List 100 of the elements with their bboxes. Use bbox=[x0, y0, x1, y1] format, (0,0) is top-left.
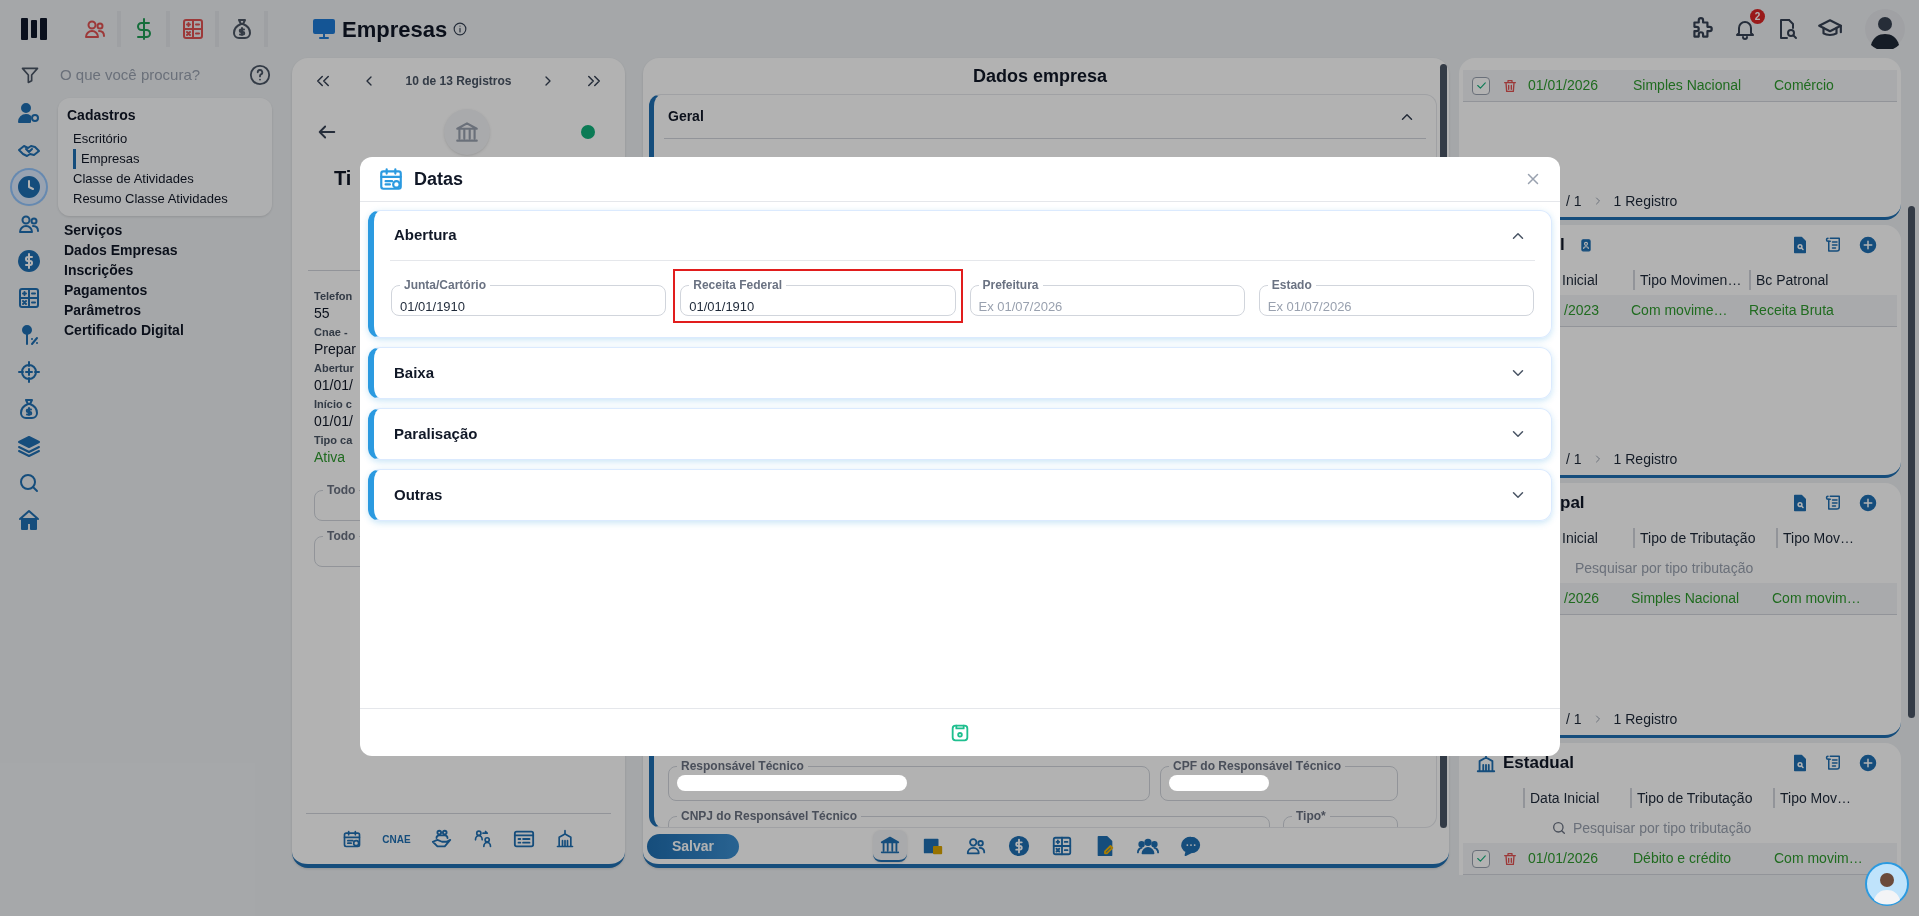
save-button[interactable]: Salvar bbox=[647, 833, 739, 859]
dollar-icon bbox=[1007, 835, 1030, 857]
users-icon bbox=[964, 835, 987, 857]
nav-button[interactable] bbox=[12, 170, 46, 204]
card-title: Estadual bbox=[1503, 752, 1574, 775]
money-bag-icon bbox=[17, 397, 41, 421]
column-header[interactable]: Tipo Mov… bbox=[1773, 788, 1852, 808]
table-cell-text: /2023 bbox=[1564, 301, 1601, 320]
building-icon[interactable] bbox=[554, 829, 575, 849]
search-icon bbox=[17, 471, 41, 495]
info-icon[interactable] bbox=[453, 22, 468, 36]
date-input[interactable]: 01/01/1910 bbox=[400, 297, 658, 317]
table-cell-text: Com movime… bbox=[1631, 301, 1729, 320]
hand-users-icon[interactable] bbox=[430, 828, 453, 850]
document-search-icon[interactable] bbox=[1791, 236, 1809, 254]
field-label: Abertur bbox=[314, 361, 354, 375]
filter-icon[interactable] bbox=[20, 65, 40, 85]
section-title[interactable]: Paralisação bbox=[394, 422, 478, 446]
table-cell-text: Simples Nacional bbox=[1631, 589, 1741, 608]
table-cell-text: Receita Bruta bbox=[1749, 301, 1834, 320]
field-value: Prepar bbox=[314, 340, 357, 359]
scrollbar-thumb[interactable] bbox=[1907, 206, 1915, 718]
field-value: Ativa bbox=[314, 448, 346, 467]
scroll-icon[interactable] bbox=[1825, 236, 1843, 254]
user-gear-icon bbox=[17, 101, 41, 125]
field-label: Tipo ca bbox=[314, 433, 353, 447]
column-header[interactable]: Inicial bbox=[1562, 270, 1633, 290]
menu-item[interactable]: Escritório bbox=[73, 129, 263, 149]
calculator-icon[interactable] bbox=[180, 17, 205, 41]
clock-icon bbox=[17, 175, 41, 199]
column-header[interactable]: Tipo Movimen… bbox=[1633, 270, 1749, 290]
section-title[interactable]: Geral bbox=[668, 106, 704, 127]
add-icon[interactable] bbox=[1859, 494, 1877, 512]
column-header[interactable]: Tipo Mov… bbox=[1776, 528, 1855, 548]
column-header[interactable]: Tipo de Tributação bbox=[1630, 788, 1773, 808]
menu-section[interactable]: Dados Empresas bbox=[64, 240, 272, 260]
checkbox[interactable] bbox=[1472, 76, 1490, 95]
menu-section[interactable]: Certificado Digital bbox=[64, 320, 272, 340]
table-cell-text: Simples Nacional bbox=[1633, 76, 1743, 95]
field-value: 55 bbox=[314, 304, 330, 323]
layers-icon bbox=[17, 434, 41, 458]
bank-icon bbox=[878, 834, 901, 856]
field-label: Telefon bbox=[314, 289, 353, 303]
column-header[interactable]: Bc Patronal bbox=[1749, 270, 1829, 290]
field-label: CNPJ do Responsável Técnico bbox=[680, 808, 859, 825]
card-title: pal bbox=[1560, 492, 1585, 515]
field-label: Estado bbox=[1270, 277, 1313, 294]
field-label: Prefeitura bbox=[981, 277, 1040, 294]
add-icon[interactable] bbox=[1859, 236, 1877, 254]
tab-button[interactable] bbox=[872, 830, 907, 862]
column-header[interactable]: Inicial bbox=[1562, 528, 1633, 548]
section-title[interactable]: Outras bbox=[394, 483, 443, 507]
calendar-icon bbox=[378, 166, 404, 192]
monitor-icon bbox=[312, 17, 336, 41]
menu-item[interactable]: Resumo Classe Atividades bbox=[73, 189, 263, 209]
cnae-tab[interactable]: CNAE bbox=[382, 831, 411, 847]
card-title: l bbox=[1560, 234, 1565, 257]
table-cell-text: Débito e crédito bbox=[1633, 849, 1733, 868]
logo-icon[interactable] bbox=[20, 15, 48, 43]
menu-item[interactable]: Classe de Atividades bbox=[73, 169, 263, 189]
add-icon[interactable] bbox=[1859, 754, 1877, 772]
page-count: / 1 bbox=[1566, 709, 1582, 729]
chat-icon bbox=[1179, 835, 1202, 857]
checkbox[interactable] bbox=[1472, 849, 1490, 868]
field-value: 01/01/ bbox=[314, 412, 353, 431]
menu-section[interactable]: Inscrições bbox=[64, 260, 272, 280]
document-search-icon[interactable] bbox=[1791, 494, 1809, 512]
help-icon[interactable] bbox=[249, 64, 271, 86]
avatar[interactable] bbox=[1865, 9, 1905, 49]
table-cell-text: Com movim… bbox=[1774, 849, 1863, 868]
search-field[interactable]: O que você procura? bbox=[60, 63, 240, 87]
scroll-icon[interactable] bbox=[1825, 494, 1843, 512]
column-header[interactable]: Tipo de Tributação bbox=[1633, 528, 1776, 548]
field-label: Responsável Técnico bbox=[680, 758, 805, 775]
date-input[interactable]: 01/01/1910 bbox=[689, 297, 947, 317]
section-title[interactable]: Baixa bbox=[394, 361, 435, 385]
document-search-icon[interactable] bbox=[1791, 754, 1809, 772]
search-field[interactable]: Pesquisar por tipo tributação bbox=[1575, 557, 1795, 579]
menu-section[interactable]: Parâmetros bbox=[64, 300, 272, 320]
trash-icon[interactable] bbox=[1502, 77, 1518, 94]
date-input[interactable]: Ex 01/07/2026 bbox=[978, 297, 1236, 317]
scroll-icon[interactable] bbox=[1825, 754, 1843, 772]
column-header[interactable]: Data Inicial bbox=[1523, 788, 1630, 808]
trash-icon[interactable] bbox=[1502, 850, 1518, 867]
field-label: Cnae - bbox=[314, 325, 348, 339]
table-cell-text: 01/01/2026 bbox=[1528, 849, 1600, 868]
menu-section[interactable]: Pagamentos bbox=[64, 280, 272, 300]
section-title[interactable]: Abertura bbox=[394, 224, 457, 247]
menu-group-title[interactable]: Cadastros bbox=[67, 105, 263, 129]
menu-item[interactable]: Empresas bbox=[73, 149, 263, 169]
field-label: Todo bbox=[326, 528, 357, 545]
calendar-icon[interactable] bbox=[342, 829, 363, 849]
assistant-avatar[interactable] bbox=[1865, 862, 1909, 906]
menu-section[interactable]: Serviços bbox=[64, 220, 272, 240]
notification-badge: 2 bbox=[1750, 9, 1765, 24]
search-field[interactable]: Pesquisar por tipo tributação bbox=[1551, 817, 1793, 839]
users-swap-icon[interactable] bbox=[472, 829, 493, 849]
page-count: / 1 bbox=[1566, 191, 1582, 211]
search-icon bbox=[1551, 820, 1567, 836]
id-card-icon[interactable] bbox=[512, 828, 535, 850]
